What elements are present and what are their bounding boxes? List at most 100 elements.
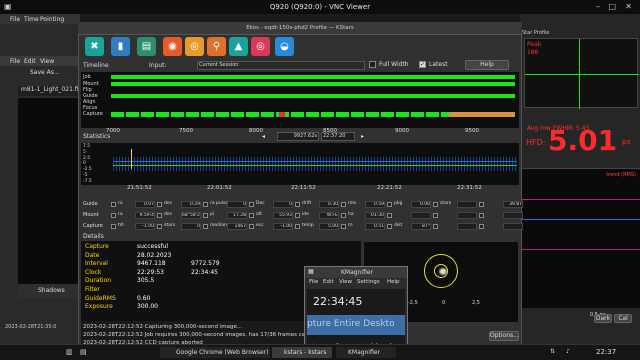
scatter-tick-1: -2,5 xyxy=(408,300,418,306)
kmag-menu-settings[interactable]: Settings xyxy=(357,279,380,285)
mount-tab[interactable]: ⚲ xyxy=(207,37,226,56)
stats-y-tick: -2.5 xyxy=(83,167,92,173)
stat-value: 0.51 xyxy=(365,223,385,230)
maximize-icon[interactable]: □ xyxy=(608,0,616,14)
app-launcher-icon[interactable]: ▥ xyxy=(66,348,73,356)
vnc-app-icon: ▣ xyxy=(4,2,12,11)
stat-checkbox[interactable] xyxy=(203,213,208,218)
kmag-menu-file[interactable]: File xyxy=(309,279,318,285)
fits-menu-file[interactable]: File xyxy=(10,58,20,65)
stats-prev-icon[interactable]: ◂ xyxy=(262,133,265,140)
kmag-menu-edit[interactable]: Edit xyxy=(323,279,334,285)
stat-checkbox[interactable] xyxy=(249,202,254,207)
stat-checkbox[interactable] xyxy=(203,202,208,207)
options-button[interactable]: Options... xyxy=(489,331,519,341)
detail-value-2: 9772.579 xyxy=(191,260,220,268)
stat-checkbox[interactable] xyxy=(341,224,346,229)
stats-plot xyxy=(81,143,519,185)
stat-value: 0 xyxy=(273,201,293,208)
kmag-app-icon: ▦ xyxy=(308,268,314,275)
stat-checkbox[interactable] xyxy=(433,224,438,229)
dark-button[interactable]: Dark xyxy=(594,314,612,323)
stat-rows: Guide ra 0.07 dec 0.29 ra pulse 0 Dec 0 drift 0.30… xyxy=(81,201,523,237)
stat-checkbox[interactable] xyxy=(157,213,162,218)
tick-9000: 9000 xyxy=(395,128,409,134)
stat-checkbox[interactable] xyxy=(341,213,346,218)
stat-value: -01:30 xyxy=(365,212,385,219)
stat-checkbox[interactable] xyxy=(341,202,346,207)
detail-key: Clock xyxy=(85,268,102,276)
stat-checkbox[interactable] xyxy=(249,213,254,218)
stat-checkbox[interactable] xyxy=(111,224,116,229)
close-icon[interactable]: ✕ xyxy=(625,0,632,14)
stats-next-icon[interactable]: ▸ xyxy=(361,133,364,140)
taskbar-kmag[interactable]: KMagnifier xyxy=(336,347,396,358)
stat-name: temp xyxy=(302,223,314,228)
setup-tab[interactable]: ✖ xyxy=(85,37,104,56)
fits-menu-view[interactable]: View xyxy=(40,58,54,65)
scheduler-tab[interactable]: ▮ xyxy=(111,37,130,56)
kmag-menu-view[interactable]: View xyxy=(339,279,352,285)
stat-value: 0.30 xyxy=(319,201,339,208)
stat-checkbox[interactable] xyxy=(203,224,208,229)
stat-checkbox[interactable] xyxy=(433,202,438,207)
stat-checkbox[interactable] xyxy=(479,202,484,207)
camera-icon: ◉ xyxy=(168,41,177,52)
stat-checkbox[interactable] xyxy=(249,224,254,229)
input-select[interactable]: Current Session xyxy=(197,61,365,70)
capture-tab[interactable]: ◉ xyxy=(163,37,182,56)
latest-checkbox[interactable]: ✓ xyxy=(419,61,426,68)
analyze-tab[interactable]: ▤ xyxy=(137,37,156,56)
save-as-button[interactable]: Save As... xyxy=(30,69,60,76)
image-tab[interactable]: m81-1_Light_021.fi xyxy=(18,86,80,96)
stat-checkbox[interactable] xyxy=(295,224,300,229)
stat-name: drift xyxy=(302,201,312,206)
stat-checkbox[interactable] xyxy=(387,202,392,207)
fits-menu-edit[interactable]: Edit xyxy=(24,58,36,65)
volume-icon[interactable]: ♪ xyxy=(566,348,570,355)
fullwidth-checkbox[interactable] xyxy=(369,61,376,68)
stat-value xyxy=(457,212,477,219)
stat-checkbox[interactable] xyxy=(111,202,116,207)
focus-tab[interactable]: ◎ xyxy=(185,37,204,56)
stat-value xyxy=(503,212,523,219)
menu-file[interactable]: File xyxy=(10,16,20,23)
minimize-icon[interactable]: – xyxy=(596,0,600,14)
stat-checkbox[interactable] xyxy=(111,213,116,218)
hfd-units: px xyxy=(622,138,631,146)
kmag-text-1: pture Entire Deskto xyxy=(307,315,405,335)
observatory-tab[interactable]: ◒ xyxy=(275,37,294,56)
stat-value: 5.00 xyxy=(319,223,339,230)
stat-name: hfr xyxy=(118,223,125,228)
stat-checkbox[interactable] xyxy=(433,213,438,218)
cal-button[interactable]: Cal xyxy=(614,314,632,323)
row-capture: Capture xyxy=(83,111,103,117)
stat-checkbox[interactable] xyxy=(295,202,300,207)
profile-hline xyxy=(525,74,639,75)
stat-checkbox[interactable] xyxy=(157,224,162,229)
stat-checkbox[interactable] xyxy=(295,213,300,218)
stat-name: rn xyxy=(348,223,353,228)
menu-pointing[interactable]: Pointing xyxy=(40,16,64,23)
taskbar-chrome[interactable]: Google Chrome (Web Browser) xyxy=(160,347,270,358)
stat-value xyxy=(411,212,431,219)
stat-checkbox[interactable] xyxy=(387,224,392,229)
align-tab[interactable]: ▲ xyxy=(229,37,248,56)
taskbar-kstars[interactable]: kstars - kstars xyxy=(272,347,332,358)
network-icon[interactable]: ⇅ xyxy=(550,348,555,355)
stat-checkbox[interactable] xyxy=(479,213,484,218)
shadows-tab[interactable]: Shadows xyxy=(18,284,80,298)
stat-checkbox[interactable] xyxy=(387,213,392,218)
stats-clock-field[interactable]: 22:37:20 xyxy=(321,132,355,141)
stat-name: stars xyxy=(164,223,176,228)
stat-checkbox[interactable] xyxy=(157,202,162,207)
help-button[interactable]: Help xyxy=(465,60,509,70)
files-icon[interactable]: ▤ xyxy=(80,348,87,356)
triangle-icon: ▲ xyxy=(234,41,243,52)
menu-time[interactable]: Time xyxy=(24,16,39,23)
guide-tab[interactable]: ◎ xyxy=(251,37,270,56)
kmag-menu-help[interactable]: Help xyxy=(387,279,400,285)
stat-value: 68°58'24" xyxy=(181,212,201,219)
stat-checkbox[interactable] xyxy=(479,224,484,229)
stats-time-field[interactable]: 9927.62s xyxy=(277,132,319,141)
